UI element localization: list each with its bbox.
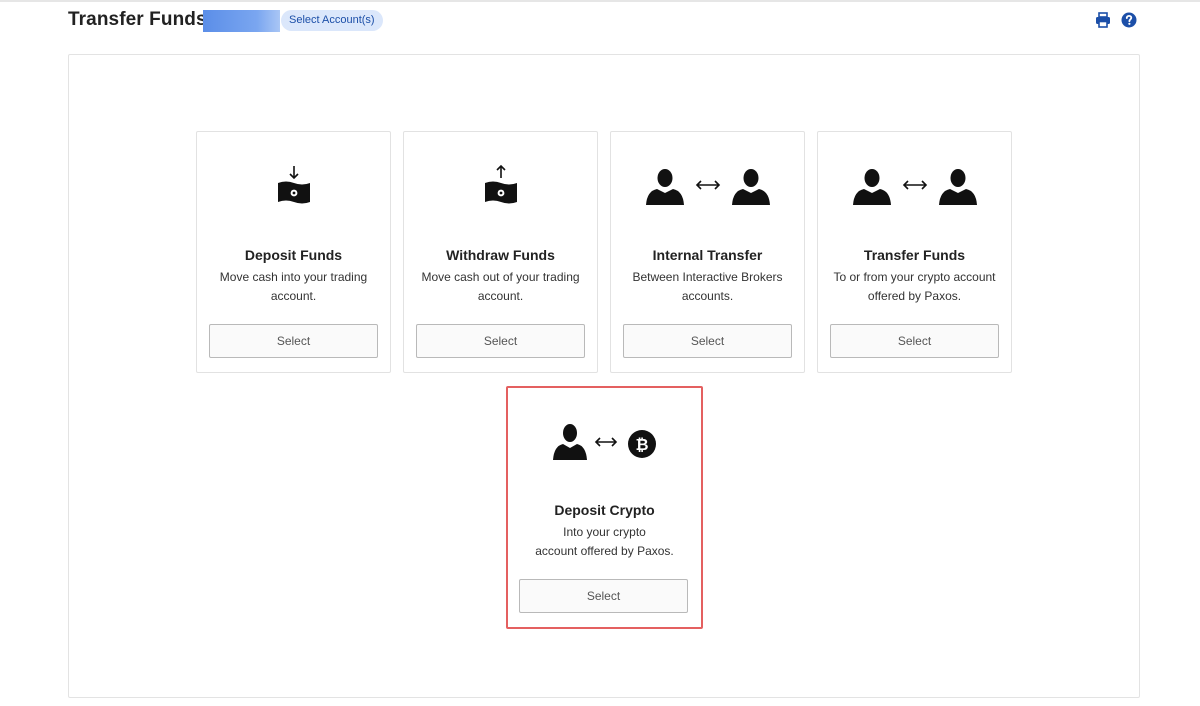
card-title: Transfer Funds (863, 247, 966, 263)
user-bitcoin-icon: ₿ (552, 424, 656, 460)
svg-text:₿: ₿ (635, 435, 648, 454)
card-description: To or from your crypto account offered b… (833, 270, 996, 303)
card-withdraw-funds: Withdraw Funds Move cash out of your tra… (403, 131, 598, 373)
select-button-withdraw-funds[interactable]: Select (416, 324, 585, 358)
user-transfer-icon (645, 169, 770, 205)
select-button-deposit-funds[interactable]: Select (209, 324, 378, 358)
card-title: Deposit Crypto (554, 502, 655, 518)
card-title: Deposit Funds (244, 247, 343, 263)
card-description: Into your crypto account offered by Paxo… (535, 525, 674, 558)
card-deposit-crypto: ₿ Deposit Crypto Into your crypto accoun… (506, 386, 703, 629)
user-transfer-icon (852, 169, 977, 205)
select-button-internal-transfer[interactable]: Select (623, 324, 792, 358)
card-description: Move cash out of your trading account. (421, 270, 580, 303)
card-description: Between Interactive Brokers accounts. (632, 270, 783, 303)
card-internal-transfer: Internal Transfer Between Interactive Br… (610, 131, 805, 373)
card-transfer-funds: Transfer Funds To or from your crypto ac… (817, 131, 1012, 373)
page-title: Transfer Funds (68, 9, 207, 30)
card-description: Move cash into your trading account. (219, 270, 368, 303)
card-title: Withdraw Funds (446, 247, 555, 263)
select-button-transfer-funds[interactable]: Select (830, 324, 999, 358)
cash-withdraw-icon (484, 164, 517, 204)
select-button-deposit-crypto[interactable]: Select (519, 579, 688, 613)
page-header: Transfer Funds Select Account(s) (68, 8, 1140, 34)
cash-deposit-icon (277, 166, 310, 204)
top-border (0, 0, 1200, 2)
card-deposit-funds: Deposit Funds Move cash into your tradin… (196, 131, 391, 373)
select-accounts-button[interactable]: Select Account(s) (281, 10, 383, 31)
card-title: Internal Transfer (652, 247, 763, 263)
account-id-redacted (203, 10, 280, 32)
print-icon[interactable] (1095, 12, 1111, 28)
transfer-options-panel: Deposit Funds Move cash into your tradin… (68, 54, 1140, 698)
help-icon[interactable] (1121, 12, 1137, 28)
